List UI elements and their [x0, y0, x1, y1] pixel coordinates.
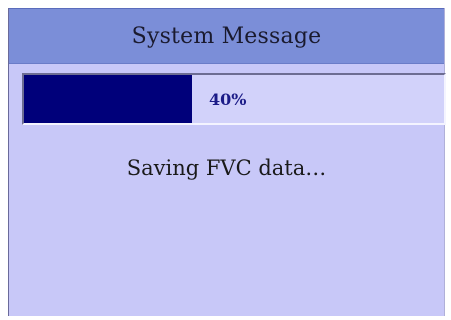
dialog-title: System Message	[131, 23, 322, 49]
progress-bar: 40%	[22, 73, 446, 125]
progress-bar-fill	[24, 75, 192, 123]
system-message-dialog: System Message 40% Saving FVC data…	[8, 8, 446, 316]
progress-percent-label: 40%	[209, 89, 247, 109]
dialog-title-bar: System Message	[9, 8, 444, 64]
status-message: Saving FVC data…	[126, 156, 327, 180]
